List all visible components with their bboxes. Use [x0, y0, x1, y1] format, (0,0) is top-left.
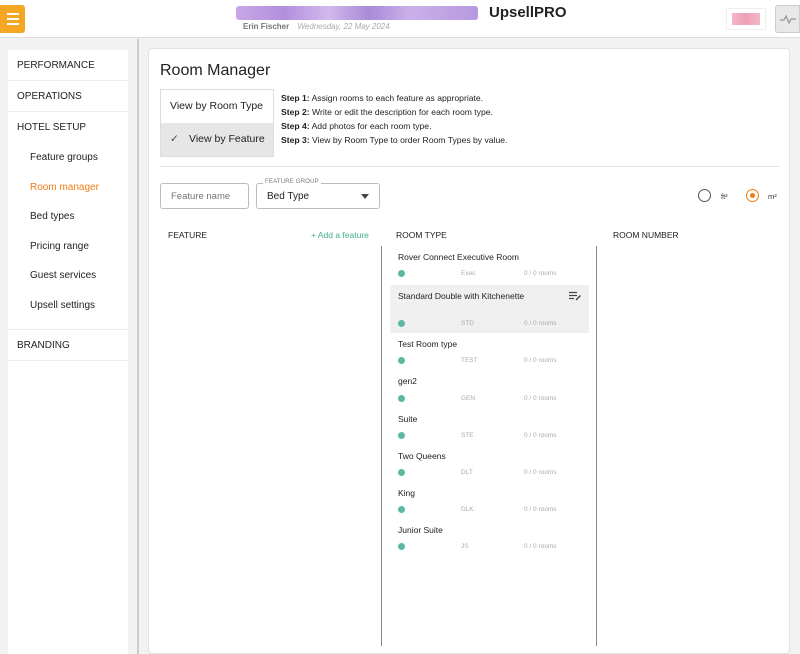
feature-group-legend: FEATURE GROUP — [263, 179, 321, 185]
status-dot — [398, 394, 405, 402]
room-type-name: Two Queens — [398, 450, 446, 461]
pulse-icon — [779, 14, 796, 24]
room-type-name: gen2 — [398, 376, 417, 387]
menu-button[interactable] — [0, 5, 25, 33]
status-dot — [398, 543, 405, 551]
room-type-item[interactable]: Two Queens DLT 0 / 0 rooms — [390, 445, 589, 482]
column-header-room-number: ROOM NUMBER — [613, 230, 679, 240]
room-count: 0 / 0 rooms — [524, 394, 557, 402]
chevron-down-icon — [361, 194, 369, 199]
sidebar-section-branding[interactable]: BRANDING — [8, 330, 128, 361]
language-flag-button[interactable] — [726, 8, 766, 30]
step-line: Step 1: Assign rooms to each feature as … — [281, 93, 484, 103]
status-dot — [398, 506, 405, 514]
column-header-feature: FEATURE — [168, 230, 208, 240]
room-type-item[interactable]: King DLK 0 / 0 rooms — [390, 482, 589, 519]
unit-radio-ft[interactable] — [698, 189, 711, 202]
room-type-name: Suite — [398, 413, 418, 424]
room-type-item[interactable]: Test Room type TEST 0 / 0 rooms — [390, 333, 589, 370]
column-divider — [381, 246, 382, 646]
room-type-item[interactable]: Rover Connect Executive Room Exec 0 / 0 r… — [390, 246, 589, 283]
room-type-code: DLT — [461, 468, 473, 476]
step-line: Step 2: Write or edit the description fo… — [281, 107, 493, 117]
hotel-name-redacted — [236, 6, 478, 20]
user-name: Erin Fischer — [243, 22, 290, 31]
instructions: Step 1: Assign rooms to each feature as … — [281, 91, 507, 147]
room-count: 0 / 0 rooms — [524, 543, 557, 551]
step-line: Step 4: Add photos for each room type. — [281, 121, 432, 131]
room-type-list: Rover Connect Executive Room Exec 0 / 0 r… — [390, 246, 589, 556]
status-dot — [398, 320, 405, 328]
room-type-code: DLK — [461, 506, 474, 514]
room-type-name: Junior Suite — [398, 525, 443, 536]
current-date: Wednesday, 22 May 2024 — [297, 22, 390, 31]
unit-label-m: m² — [768, 192, 777, 201]
status-dot — [398, 468, 405, 476]
view-toggle: View by Room Type ✓ View by Feature — [160, 89, 274, 157]
page-title: Room Manager — [160, 62, 271, 79]
room-type-item[interactable]: Suite STE 0 / 0 rooms — [390, 408, 589, 445]
status-dot — [398, 270, 405, 278]
edit-description-icon[interactable] — [569, 291, 581, 301]
room-type-code: TEST — [461, 357, 478, 365]
column-header-room-type: ROOM TYPE — [396, 230, 447, 240]
room-type-item[interactable]: gen2 GEN 0 / 0 rooms — [390, 370, 589, 407]
checkmark-icon: ✓ — [170, 133, 179, 145]
room-count: 0 / 0 rooms — [524, 270, 557, 278]
room-count: 0 / 0 rooms — [524, 357, 557, 365]
unit-label-ft: ft² — [721, 192, 728, 201]
room-type-name: King — [398, 487, 416, 498]
hamburger-icon — [6, 13, 19, 15]
room-type-code: STE — [461, 431, 474, 439]
sidebar-section-performance[interactable]: PERFORMANCE — [8, 50, 128, 81]
room-type-name: Rover Connect Executive Room — [398, 252, 519, 262]
sidebar-item-feature-groups[interactable]: Feature groups — [8, 143, 128, 173]
room-type-name: Test Room type — [398, 339, 458, 350]
sidebar-item-pricing-range[interactable]: Pricing range — [8, 232, 128, 262]
room-type-code: Exec — [461, 270, 476, 278]
sidebar-item-bed-types[interactable]: Bed types — [8, 202, 128, 232]
feature-group-select[interactable]: FEATURE GROUP Bed Type — [256, 179, 380, 209]
room-count: 0 / 0 rooms — [524, 506, 557, 514]
room-type-item[interactable]: Junior Suite JS 0 / 0 rooms — [390, 519, 589, 556]
sidebar-group-hotel-setup: HOTEL SETUP Feature groups Room manager … — [8, 112, 128, 330]
room-type-item[interactable]: Standard Double with Kitchenette STD 0 / … — [390, 285, 589, 334]
status-dot — [398, 431, 405, 439]
status-dot — [398, 357, 405, 365]
app-title: UpsellPRO — [489, 4, 567, 21]
sidebar-edge — [137, 39, 139, 654]
feature-group-value: Bed Type — [267, 191, 310, 202]
sidebar-section-operations[interactable]: OPERATIONS — [8, 81, 128, 112]
feature-name-input[interactable] — [160, 183, 249, 209]
room-count: 0 / 0 rooms — [524, 431, 557, 439]
flag-icon — [732, 13, 760, 25]
room-type-name: Standard Double with Kitchenette — [398, 291, 525, 302]
room-type-code: JS — [461, 543, 469, 551]
sidebar-section-hotel-setup[interactable]: HOTEL SETUP — [8, 112, 128, 143]
sidebar: PERFORMANCE OPERATIONS HOTEL SETUP Featu… — [8, 50, 128, 654]
view-by-room-type-option[interactable]: View by Room Type — [161, 90, 273, 123]
view-by-feature-option[interactable]: ✓ View by Feature — [161, 123, 273, 156]
sidebar-item-room-manager[interactable]: Room manager — [8, 173, 128, 203]
hamburger-icon — [6, 18, 19, 20]
add-feature-link[interactable]: + Add a feature — [311, 230, 369, 240]
sidebar-item-upsell-settings[interactable]: Upsell settings — [8, 291, 128, 321]
step-line: Step 3: View by Room Type to order Room … — [281, 135, 508, 145]
sidebar-item-guest-services[interactable]: Guest services — [8, 261, 128, 291]
room-count: 0 / 0 rooms — [524, 320, 557, 328]
divider — [160, 166, 780, 167]
user-info: Erin Fischer Wednesday, 22 May 2024 — [243, 22, 390, 31]
activity-button[interactable] — [775, 5, 800, 33]
column-divider — [596, 246, 597, 646]
room-count: 0 / 0 rooms — [524, 468, 557, 476]
room-type-code: STD — [461, 320, 474, 328]
top-bar: UpsellPRO Erin Fischer Wednesday, 22 May… — [0, 0, 800, 38]
view-by-feature-label: View by Feature — [189, 133, 265, 145]
hamburger-icon — [6, 23, 19, 25]
room-manager-panel: Room Manager View by Room Type ✓ View by … — [148, 48, 790, 654]
unit-radio-m[interactable] — [746, 189, 759, 202]
room-type-code: GEN — [461, 394, 476, 402]
